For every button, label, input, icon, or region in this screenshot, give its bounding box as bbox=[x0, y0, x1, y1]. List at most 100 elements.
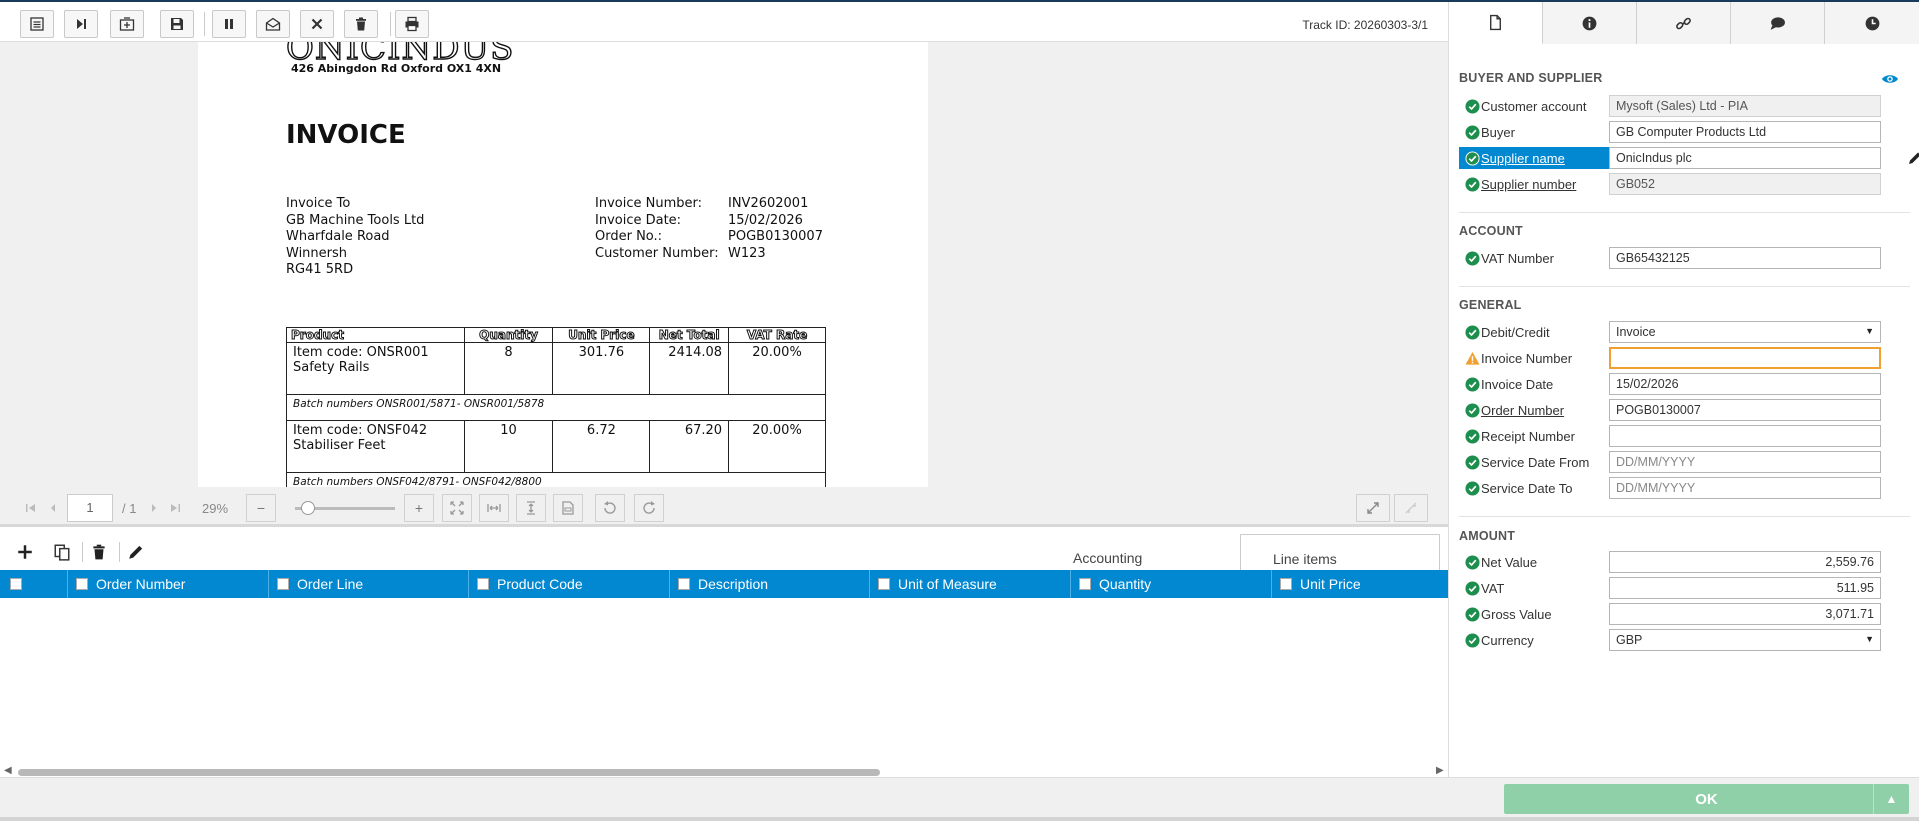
fit-width-button[interactable] bbox=[479, 494, 509, 522]
select-all-column bbox=[0, 570, 68, 598]
reject-button[interactable] bbox=[300, 10, 334, 38]
delete-row-button[interactable] bbox=[89, 542, 109, 562]
debit-credit-select[interactable]: Invoice ▼ bbox=[1609, 321, 1881, 343]
vat-number-field[interactable]: GB65432125 bbox=[1609, 247, 1881, 269]
invoice-number-field[interactable] bbox=[1609, 347, 1881, 369]
line-items-toolbar: Accounting Line items bbox=[0, 530, 1448, 570]
currency-select[interactable]: GBP ▼ bbox=[1609, 629, 1881, 651]
meta-key: Invoice Date: bbox=[595, 212, 682, 228]
chevron-down-icon: ▼ bbox=[1865, 326, 1874, 336]
column-header-description[interactable]: Description bbox=[670, 570, 870, 598]
scrollbar-thumb[interactable] bbox=[18, 769, 880, 776]
vat-field[interactable]: 511.95 bbox=[1609, 577, 1881, 599]
envelope-open-icon bbox=[265, 17, 281, 31]
column-checkbox[interactable] bbox=[277, 578, 289, 590]
fit-height-button[interactable] bbox=[516, 494, 546, 522]
tab-info[interactable] bbox=[1543, 2, 1637, 44]
list-view-button[interactable] bbox=[20, 10, 54, 38]
save-button[interactable] bbox=[160, 10, 194, 38]
column-header-unit-of-measure[interactable]: Unit of Measure bbox=[870, 570, 1071, 598]
line-items-grid-header: Order Number Order Line Product Code Des… bbox=[0, 570, 1448, 598]
column-checkbox[interactable] bbox=[477, 578, 489, 590]
column-header-unit-price[interactable]: Unit Price bbox=[1272, 570, 1448, 598]
tab-history[interactable] bbox=[1825, 2, 1919, 44]
scroll-right-icon[interactable]: ▶ bbox=[1436, 765, 1444, 776]
vat-rate-cell: 20.00% bbox=[728, 420, 826, 473]
service-date-to-field[interactable]: DD/MM/YYYY bbox=[1609, 477, 1881, 499]
copy-row-button[interactable] bbox=[52, 542, 72, 562]
last-page-button[interactable] bbox=[164, 494, 186, 522]
eye-icon[interactable] bbox=[1881, 70, 1899, 88]
gross-value-field[interactable]: 3,071.71 bbox=[1609, 603, 1881, 625]
order-number-link[interactable]: Order Number bbox=[1481, 403, 1564, 418]
column-checkbox[interactable] bbox=[1079, 578, 1091, 590]
page-number-input[interactable]: 1 bbox=[67, 494, 113, 522]
zoom-slider[interactable] bbox=[295, 501, 395, 515]
column-checkbox[interactable] bbox=[678, 578, 690, 590]
supplier-name-field[interactable]: OnicIndus plc bbox=[1609, 147, 1881, 169]
select-all-checkbox[interactable] bbox=[10, 578, 22, 590]
export-page-button[interactable] bbox=[553, 494, 583, 522]
unit-price-cell: 301.76 bbox=[552, 342, 651, 395]
split-document-button[interactable] bbox=[110, 10, 144, 38]
net-value-field[interactable]: 2,559.76 bbox=[1609, 551, 1881, 573]
zoom-out-button[interactable]: − bbox=[246, 494, 276, 522]
tab-line-items[interactable]: Line items bbox=[1240, 534, 1440, 570]
first-page-button[interactable] bbox=[20, 494, 42, 522]
zoom-slider-handle[interactable] bbox=[301, 501, 315, 515]
add-row-button[interactable] bbox=[15, 542, 35, 562]
meta-value: 15/02/2026 bbox=[728, 212, 803, 228]
pause-button[interactable] bbox=[212, 10, 246, 38]
chevron-up-icon[interactable]: ▲ bbox=[1873, 784, 1909, 814]
field-row-currency: Currency GBP ▼ bbox=[1459, 628, 1910, 652]
toolbar-separator bbox=[119, 542, 120, 562]
expand-viewer-button[interactable] bbox=[1356, 494, 1390, 522]
tab-document[interactable] bbox=[1449, 2, 1543, 44]
order-number-field[interactable]: POGB0130007 bbox=[1609, 399, 1881, 421]
fit-page-button[interactable] bbox=[442, 494, 472, 522]
invoice-date-field[interactable]: 15/02/2026 bbox=[1609, 373, 1881, 395]
selected-value: Invoice bbox=[1616, 325, 1656, 339]
check-circle-icon bbox=[1465, 481, 1480, 496]
customer-account-field: Mysoft (Sales) Ltd - PIA bbox=[1609, 95, 1881, 117]
column-header-product-code[interactable]: Product Code bbox=[469, 570, 670, 598]
ok-button-label: OK bbox=[1695, 790, 1718, 808]
skip-next-button[interactable] bbox=[64, 10, 98, 38]
column-checkbox[interactable] bbox=[1280, 578, 1292, 590]
table-row: Item code: ONSF042 Stabiliser Feet 10 6.7… bbox=[286, 420, 826, 473]
edit-row-button[interactable] bbox=[126, 542, 146, 562]
invoice-meta-block: Invoice Number: INV2602001 Invoice Date: 1… bbox=[595, 196, 823, 262]
rotate-left-button[interactable] bbox=[595, 494, 625, 522]
meta-row: Invoice Date: 15/02/2026 bbox=[595, 213, 823, 230]
column-header-order-line[interactable]: Order Line bbox=[269, 570, 469, 598]
previous-page-button[interactable] bbox=[42, 494, 64, 522]
close-icon bbox=[311, 18, 323, 30]
field-row-invoice-date: Invoice Date 15/02/2026 bbox=[1459, 372, 1910, 396]
line-items-grid-body[interactable] bbox=[0, 598, 1448, 760]
tab-links[interactable] bbox=[1637, 2, 1731, 44]
link-icon bbox=[1676, 17, 1691, 29]
supplier-name-link[interactable]: Supplier name bbox=[1481, 151, 1565, 166]
next-page-button[interactable] bbox=[144, 494, 164, 522]
buyer-field[interactable]: GB Computer Products Ltd bbox=[1609, 121, 1881, 143]
rotate-right-button[interactable] bbox=[634, 494, 664, 522]
service-date-from-field[interactable]: DD/MM/YYYY bbox=[1609, 451, 1881, 473]
supplier-number-link[interactable]: Supplier number bbox=[1481, 177, 1576, 192]
column-header-order-number[interactable]: Order Number bbox=[68, 570, 269, 598]
document-viewer[interactable]: ONICINDUS 426 Abingdon Rd Oxford OX1 4XN… bbox=[0, 42, 1448, 487]
delete-button[interactable] bbox=[344, 10, 378, 38]
column-checkbox[interactable] bbox=[76, 578, 88, 590]
collapse-viewer-button[interactable] bbox=[1394, 494, 1428, 522]
zoom-in-button[interactable]: + bbox=[404, 494, 434, 522]
ok-button[interactable]: OK ▲ bbox=[1504, 784, 1909, 814]
pencil-icon[interactable] bbox=[1907, 150, 1919, 166]
open-mail-button[interactable] bbox=[256, 10, 290, 38]
receipt-number-field[interactable] bbox=[1609, 425, 1881, 447]
last-page-icon bbox=[171, 504, 180, 512]
tab-comments[interactable] bbox=[1731, 2, 1825, 44]
column-checkbox[interactable] bbox=[878, 578, 890, 590]
scroll-left-icon[interactable]: ◀ bbox=[4, 765, 12, 776]
tab-accounting[interactable]: Accounting bbox=[1073, 550, 1142, 566]
print-button[interactable] bbox=[395, 10, 429, 38]
column-header-quantity[interactable]: Quantity bbox=[1071, 570, 1272, 598]
